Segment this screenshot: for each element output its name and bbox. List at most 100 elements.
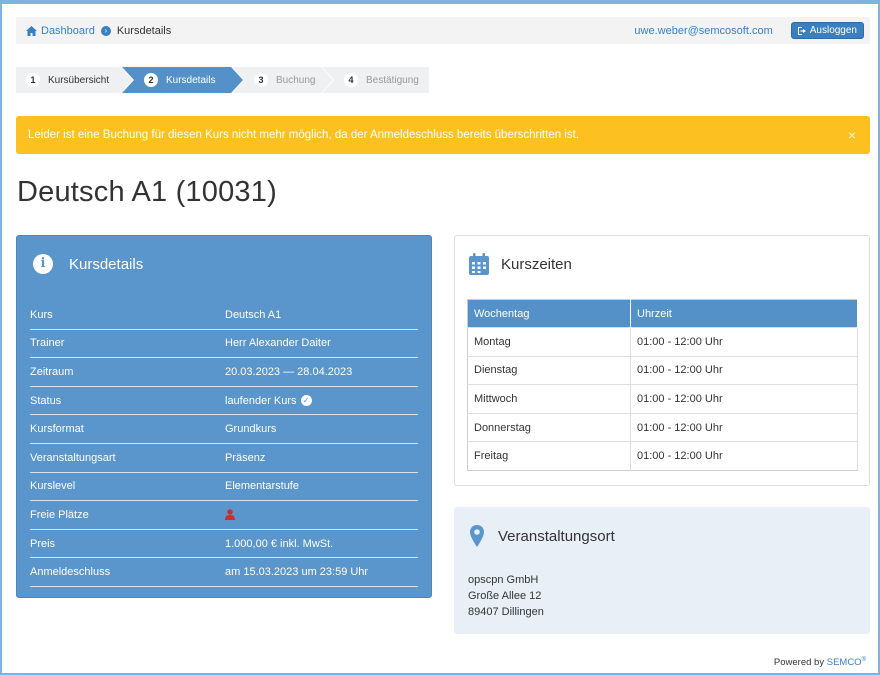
weekday-cell: Montag xyxy=(467,327,631,357)
venue-address: opscpn GmbH Große Allee 12 89407 Dilling… xyxy=(468,572,544,620)
detail-row: Zeitraum 20.03.2023 — 28.04.2023 xyxy=(30,358,418,387)
detail-row: Kursformat Grundkurs xyxy=(30,415,418,444)
booking-stepper: 1 Kursübersicht 2 Kursdetails 3 Buchung … xyxy=(16,67,429,93)
schedule-table: Wochentag Uhrzeit Montag 01:00 - 12:00 Uh… xyxy=(467,299,858,471)
warning-alert: Leider ist eine Buchung für diesen Kurs … xyxy=(16,116,870,154)
detail-value: Elementarstufe xyxy=(225,480,299,493)
detail-value: Grundkurs xyxy=(225,423,277,436)
step-kursdetails[interactable]: 2 Kursdetails xyxy=(122,67,243,93)
weekday-cell: Freitag xyxy=(467,441,631,471)
close-icon[interactable]: × xyxy=(848,127,856,143)
detail-row: Veranstaltungsart Präsenz xyxy=(30,444,418,473)
table-row: Freitag 01:00 - 12:00 Uhr xyxy=(467,441,858,471)
footer-prefix: Powered by xyxy=(773,657,825,669)
user-email-link[interactable]: uwe.weber@semcosoft.com xyxy=(634,25,772,37)
step-number: 1 xyxy=(26,73,40,87)
detail-key: Kurs xyxy=(30,308,53,321)
address-line: 89407 Dillingen xyxy=(468,606,544,618)
time-cell: 01:00 - 12:00 Uhr xyxy=(630,441,858,471)
step-number: 3 xyxy=(254,73,268,87)
card-title: Kurszeiten xyxy=(501,255,572,273)
card-header: i Kursdetails xyxy=(17,236,431,292)
step-label: Kursdetails xyxy=(166,74,216,86)
venue-card: Veranstaltungsort opscpn GmbH Große Alle… xyxy=(454,507,870,634)
table-row: Dienstag 01:00 - 12:00 Uhr xyxy=(467,355,858,385)
detail-value-seats xyxy=(225,509,235,521)
logout-button[interactable]: Ausloggen xyxy=(790,22,864,39)
detail-value: am 15.03.2023 um 23:59 Uhr xyxy=(225,566,369,579)
weekday-cell: Mittwoch xyxy=(467,384,631,414)
breadcrumb-dashboard-label: Dashboard xyxy=(41,24,95,37)
step-buchung[interactable]: 3 Buchung xyxy=(232,67,333,93)
course-times-card: Kurszeiten Wochentag Uhrzeit Montag 01:00… xyxy=(454,235,870,486)
table-row: Mittwoch 01:00 - 12:00 Uhr xyxy=(467,384,858,414)
logout-label: Ausloggen xyxy=(809,25,857,36)
course-details-card: i Kursdetails Kurs Deutsch A1 Trainer Herr… xyxy=(16,235,432,598)
detail-row: Kurslevel Elementarstufe xyxy=(30,473,418,502)
table-header-row: Wochentag Uhrzeit xyxy=(467,299,858,328)
address-line: opscpn GmbH xyxy=(468,574,539,586)
detail-key: Kursformat xyxy=(30,423,84,436)
card-header: Kurszeiten xyxy=(455,236,869,292)
check-circle-icon: ✓ xyxy=(300,395,312,407)
breadcrumb-dashboard[interactable]: Dashboard xyxy=(26,25,95,37)
detail-key: Veranstaltungsart xyxy=(30,451,116,464)
status-text: laufender Kurs xyxy=(225,394,297,407)
card-title: Kursdetails xyxy=(69,255,144,273)
step-label: Kursübersicht xyxy=(48,74,110,86)
time-cell: 01:00 - 12:00 Uhr xyxy=(630,327,858,357)
top-bar: Dashboard › Kursdetails uwe.weber@semcos… xyxy=(16,17,870,44)
detail-row: Kurs Deutsch A1 xyxy=(30,301,418,330)
step-label: Buchung xyxy=(276,74,316,86)
detail-value: 1.000,00 € inkl. MwSt. xyxy=(225,537,334,550)
detail-row: Anmeldeschluss am 15.03.2023 um 23:59 Uhr xyxy=(30,558,418,587)
details-list: Kurs Deutsch A1 Trainer Herr Alexander Dai… xyxy=(30,301,418,587)
app-window: Dashboard › Kursdetails uwe.weber@semcos… xyxy=(0,0,880,675)
detail-row: Freie Plätze xyxy=(30,501,418,530)
step-bestaetigung[interactable]: 4 Bestätigung xyxy=(322,67,429,93)
map-marker-icon xyxy=(470,525,484,547)
calendar-icon xyxy=(469,253,489,275)
time-cell: 01:00 - 12:00 Uhr xyxy=(630,355,858,385)
detail-key: Trainer xyxy=(30,337,65,350)
time-cell: 01:00 - 12:00 Uhr xyxy=(630,412,858,442)
card-header: Veranstaltungsort xyxy=(454,507,870,565)
detail-key: Zeitraum xyxy=(30,365,74,378)
table-row: Montag 01:00 - 12:00 Uhr xyxy=(467,327,858,357)
step-kursuebersicht[interactable]: 1 Kursübersicht xyxy=(16,67,133,93)
registered-mark: ® xyxy=(861,657,866,663)
step-number: 2 xyxy=(144,73,158,87)
footer: Powered by SEMCO® xyxy=(774,657,866,668)
detail-value: Deutsch A1 xyxy=(225,308,282,321)
detail-value: 20.03.2023 — 28.04.2023 xyxy=(225,365,353,378)
detail-key: Status xyxy=(30,394,62,407)
footer-brand-link[interactable]: SEMCO xyxy=(827,657,862,668)
table-row: Donnerstag 01:00 - 12:00 Uhr xyxy=(467,412,858,442)
detail-key: Anmeldeschluss xyxy=(30,566,111,579)
detail-row: Preis 1.000,00 € inkl. MwSt. xyxy=(30,530,418,559)
time-cell: 01:00 - 12:00 Uhr xyxy=(630,384,858,414)
step-label: Bestätigung xyxy=(366,74,419,86)
breadcrumb-current: Kursdetails xyxy=(116,24,172,37)
page-title: Deutsch A1 (10031) xyxy=(17,176,277,208)
weekday-cell: Donnerstag xyxy=(467,412,631,442)
sign-out-icon xyxy=(797,26,806,35)
info-icon: i xyxy=(33,254,53,274)
detail-value: Präsenz xyxy=(225,451,266,464)
chevron-right-icon: › xyxy=(100,25,111,36)
detail-key: Freie Plätze xyxy=(30,508,89,521)
detail-key: Preis xyxy=(30,537,56,550)
weekday-cell: Dienstag xyxy=(467,355,631,385)
address-line: Große Allee 12 xyxy=(468,590,542,602)
column-header-weekday: Wochentag xyxy=(467,299,631,328)
detail-key: Kurslevel xyxy=(30,480,76,493)
detail-row: Status laufender Kurs ✓ xyxy=(30,387,418,416)
breadcrumb: Dashboard › Kursdetails xyxy=(26,25,634,37)
detail-value-status: laufender Kurs ✓ xyxy=(225,395,312,407)
card-title: Veranstaltungsort xyxy=(498,527,615,545)
detail-value: Herr Alexander Daiter xyxy=(225,337,331,350)
step-number: 4 xyxy=(344,73,358,87)
person-icon xyxy=(225,509,235,521)
column-header-time: Uhrzeit xyxy=(630,299,858,328)
detail-row: Trainer Herr Alexander Daiter xyxy=(30,330,418,359)
